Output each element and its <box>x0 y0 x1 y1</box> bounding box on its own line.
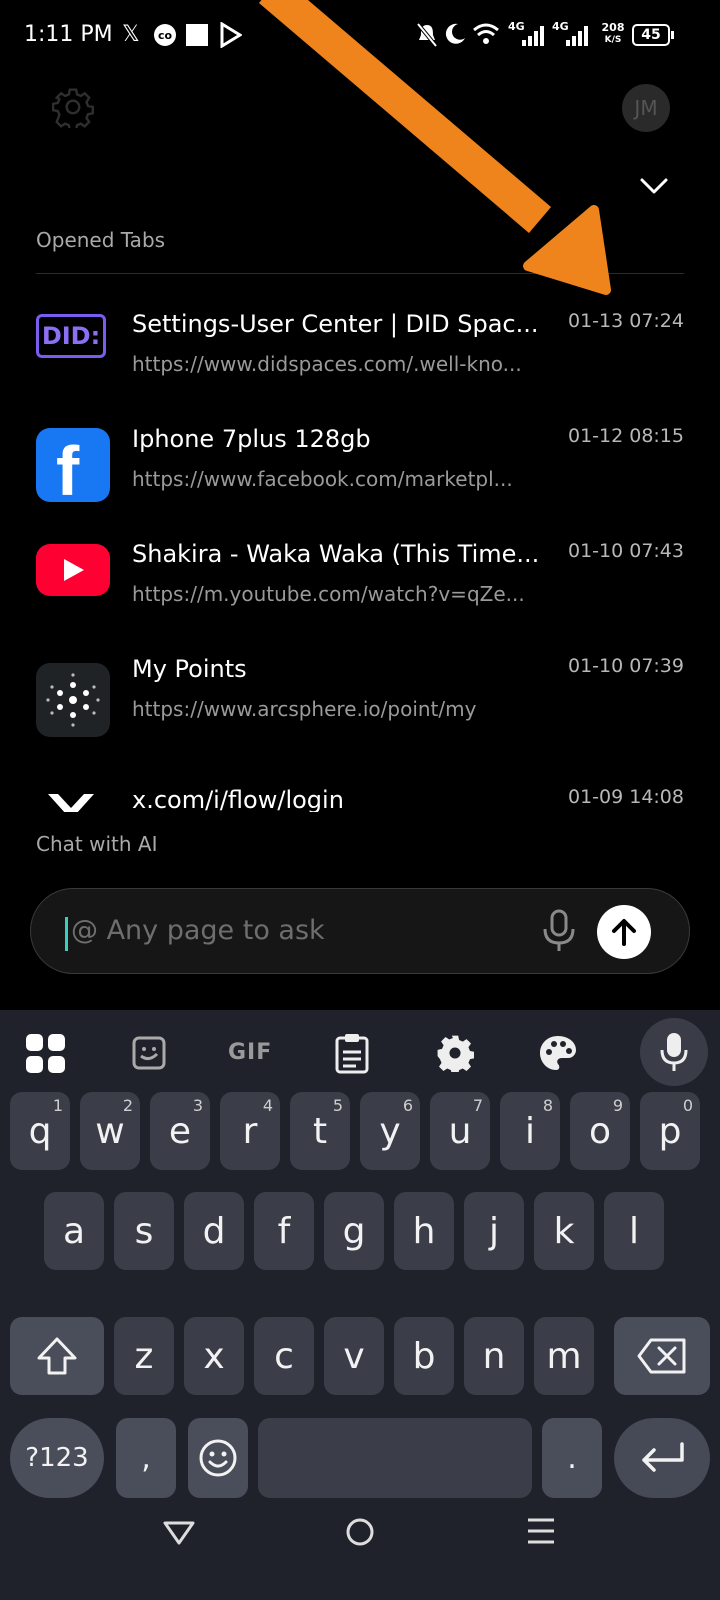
symbols-key[interactable]: ?123 <box>10 1418 104 1498</box>
backspace-key[interactable] <box>614 1317 710 1395</box>
key-l[interactable]: l <box>604 1192 664 1270</box>
key-o[interactable]: o9 <box>570 1092 630 1170</box>
tab-title: Iphone 7plus 128gb <box>132 425 371 453</box>
chat-input[interactable]: @ Any page to ask <box>30 888 690 974</box>
tab-url: https://m.youtube.com/watch?v=qZe... <box>132 582 525 606</box>
emoji-key[interactable] <box>188 1418 248 1498</box>
gif-button[interactable]: GIF <box>228 1040 272 1065</box>
text-caret <box>65 917 68 951</box>
tab-time: 01-10 07:43 <box>567 540 684 562</box>
key-y[interactable]: y6 <box>360 1092 420 1170</box>
enter-key[interactable] <box>614 1418 710 1498</box>
key-e[interactable]: e3 <box>150 1092 210 1170</box>
key-v[interactable]: v <box>324 1317 384 1395</box>
key-t[interactable]: t5 <box>290 1092 350 1170</box>
tab-title: My Points <box>132 655 247 683</box>
key-g[interactable]: g <box>324 1192 384 1270</box>
apps-grid-icon[interactable] <box>26 1034 66 1074</box>
key-number-hint: 0 <box>682 1096 693 1115</box>
key-number-hint: 3 <box>192 1096 203 1115</box>
x-icon <box>48 794 94 812</box>
tab-url: https://www.arcsphere.io/point/my <box>132 697 477 721</box>
key-p[interactable]: p0 <box>640 1092 700 1170</box>
tab-item-facebook[interactable]: f Iphone 7plus 128gb https://www.faceboo… <box>0 405 720 515</box>
key-d[interactable]: d <box>184 1192 244 1270</box>
key-label: q <box>28 1110 52 1152</box>
key-number-hint: 4 <box>262 1096 273 1115</box>
key-label: t <box>312 1110 328 1152</box>
key-label: o <box>588 1110 612 1152</box>
annotation-arrow <box>258 0 611 295</box>
send-button[interactable] <box>597 905 651 959</box>
key-label: p <box>658 1110 682 1152</box>
navigation-bar <box>0 1500 720 1600</box>
key-number-hint: 6 <box>402 1096 413 1115</box>
key-j[interactable]: j <box>464 1192 524 1270</box>
tab-url: https://www.didspaces.com/.well-kno... <box>132 352 522 376</box>
tab-time: 01-10 07:39 <box>567 655 684 677</box>
voice-input-button[interactable] <box>640 1018 708 1086</box>
period-key[interactable]: . <box>542 1418 602 1498</box>
key-u[interactable]: u7 <box>430 1092 490 1170</box>
key-n[interactable]: n <box>464 1317 524 1395</box>
back-triangle-icon[interactable] <box>162 1520 196 1546</box>
tab-item-x[interactable]: x.com/i/flow/login 01-09 14:08 <box>0 750 720 812</box>
chat-with-ai-label: Chat with AI <box>36 832 158 856</box>
tab-time: 01-12 08:15 <box>567 425 684 447</box>
arrow-up-icon <box>612 919 636 946</box>
key-number-hint: 8 <box>542 1096 553 1115</box>
youtube-icon <box>36 544 110 596</box>
enter-arrow-icon <box>642 1442 684 1472</box>
microphone-icon <box>660 1033 688 1071</box>
key-s[interactable]: s <box>114 1192 174 1270</box>
key-f[interactable]: f <box>254 1192 314 1270</box>
home-circle-icon[interactable] <box>344 1516 376 1548</box>
key-x[interactable]: x <box>184 1317 244 1395</box>
key-z[interactable]: z <box>114 1317 174 1395</box>
tab-item-arcsphere[interactable]: My Points https://www.arcsphere.io/point… <box>0 635 720 745</box>
key-h[interactable]: h <box>394 1192 454 1270</box>
key-label: r <box>242 1110 258 1152</box>
comma-key[interactable]: , <box>116 1418 176 1498</box>
key-i[interactable]: i8 <box>500 1092 560 1170</box>
key-label: y <box>379 1110 401 1152</box>
space-key[interactable] <box>258 1418 532 1498</box>
key-r[interactable]: r4 <box>220 1092 280 1170</box>
key-w[interactable]: w2 <box>80 1092 140 1170</box>
key-number-hint: 5 <box>332 1096 343 1115</box>
chat-placeholder: @ Any page to ask <box>71 915 325 946</box>
key-m[interactable]: m <box>534 1317 594 1395</box>
emoji-icon <box>199 1439 237 1477</box>
tab-time: 01-09 14:08 <box>567 786 684 808</box>
palette-icon[interactable] <box>538 1034 578 1072</box>
shift-arrow-icon <box>37 1337 77 1375</box>
key-number-hint: 9 <box>612 1096 623 1115</box>
tab-title: Shakira - Waka Waka (This Time... <box>132 540 540 568</box>
key-label: e <box>168 1110 192 1152</box>
key-a[interactable]: a <box>44 1192 104 1270</box>
arcsphere-icon <box>36 663 110 737</box>
shift-key[interactable] <box>10 1317 104 1395</box>
backspace-icon <box>637 1338 686 1374</box>
key-label: w <box>95 1110 125 1152</box>
tab-title: x.com/i/flow/login <box>132 786 344 812</box>
key-number-hint: 2 <box>122 1096 133 1115</box>
facebook-icon: f <box>36 428 110 502</box>
key-c[interactable]: c <box>254 1317 314 1395</box>
key-k[interactable]: k <box>534 1192 594 1270</box>
recents-menu-icon[interactable] <box>526 1516 556 1546</box>
key-q[interactable]: q1 <box>10 1092 70 1170</box>
tab-url: https://www.facebook.com/marketpl... <box>132 467 513 491</box>
key-number-hint: 7 <box>472 1096 483 1115</box>
clipboard-icon[interactable] <box>334 1032 370 1074</box>
sticker-icon[interactable] <box>132 1036 166 1070</box>
keyboard-settings-icon[interactable] <box>436 1034 474 1072</box>
tab-item-youtube[interactable]: Shakira - Waka Waka (This Time... https:… <box>0 520 720 630</box>
key-label: i <box>524 1110 535 1152</box>
microphone-icon[interactable] <box>539 909 579 953</box>
key-b[interactable]: b <box>394 1317 454 1395</box>
key-label: u <box>448 1110 472 1152</box>
key-number-hint: 1 <box>52 1096 63 1115</box>
